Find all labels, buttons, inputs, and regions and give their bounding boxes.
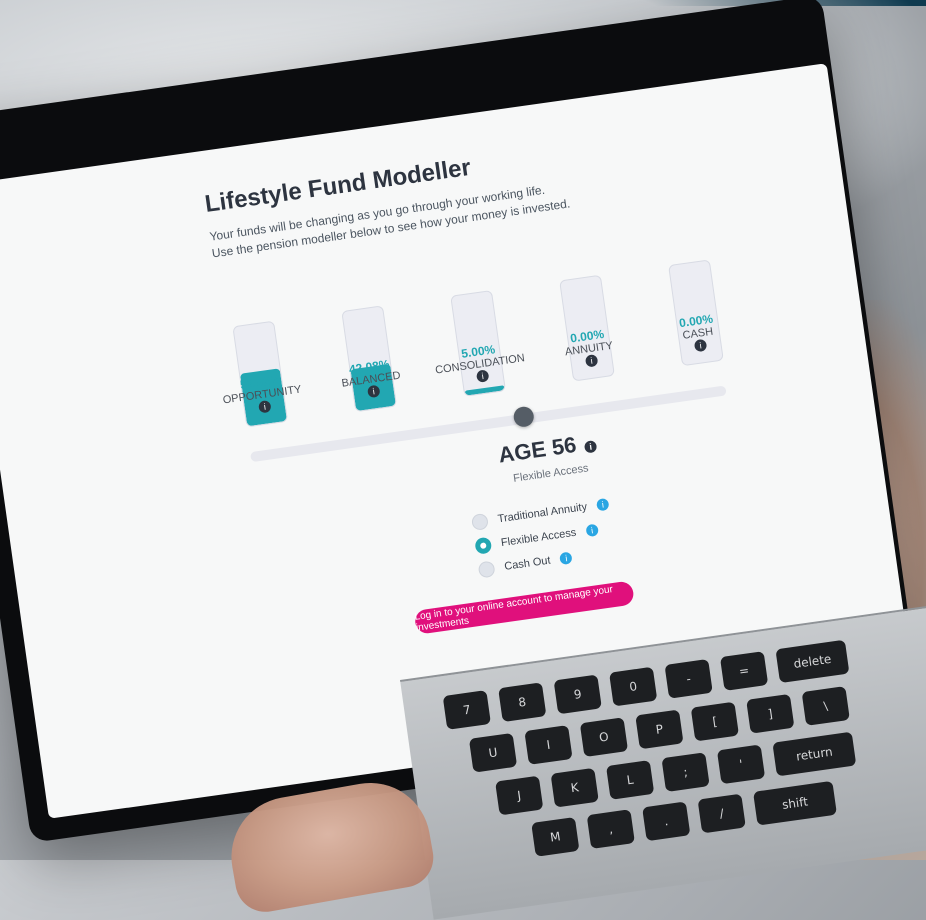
key: ] <box>746 693 795 734</box>
radio-flexible-access[interactable] <box>474 536 493 555</box>
key: 0 <box>609 666 658 707</box>
info-icon[interactable]: i <box>475 369 490 383</box>
radio-cash-out[interactable] <box>477 560 496 579</box>
key: shift <box>753 780 837 826</box>
key: ' <box>716 744 766 785</box>
key: U <box>468 732 518 773</box>
fund-bar-label-consolidation: 5.00% CONSOLIDATION i <box>428 338 532 390</box>
key: \ <box>801 686 850 726</box>
age-block: AGE 56 i Flexible Access <box>447 422 651 493</box>
key: - <box>664 658 713 699</box>
info-icon[interactable]: i <box>596 497 610 512</box>
age-title-text: AGE 56 <box>496 431 578 468</box>
fund-bar-fill-annuity <box>574 374 614 381</box>
key: O <box>579 717 629 758</box>
key: K <box>550 767 599 808</box>
info-icon[interactable]: i <box>366 384 381 399</box>
fund-bar-fill-cash <box>683 359 723 366</box>
retirement-options: Traditional Annuity i Flexible Access i … <box>470 474 719 587</box>
key: 8 <box>498 682 547 723</box>
login-button[interactable]: Log in to your online account to manage … <box>413 580 635 635</box>
key: 9 <box>553 674 602 715</box>
key: . <box>642 801 691 842</box>
key: return <box>772 731 857 777</box>
fund-bar-label-annuity: 0.00% ANNUITY i <box>537 322 641 374</box>
fund-bar-label-opportunity: 52.92% OPPORTUNITY i <box>210 368 314 420</box>
fund-bar-label-balanced: 42.08% BALANCED i <box>319 353 423 405</box>
option-label-cash-out: Cash Out <box>503 554 552 573</box>
option-label-traditional-annuity: Traditional Annuity <box>496 500 588 526</box>
key: / <box>697 793 746 834</box>
key: M <box>531 817 580 857</box>
info-icon[interactable]: i <box>583 439 598 454</box>
info-icon[interactable]: i <box>693 338 708 353</box>
key: J <box>495 775 544 816</box>
key: 7 <box>442 690 491 730</box>
key: delete <box>775 639 850 684</box>
key: = <box>719 651 769 691</box>
key: ; <box>661 752 710 793</box>
fund-bar-label-cash: 0.00% CASH i <box>646 307 750 359</box>
key: , <box>586 809 635 850</box>
radio-traditional-annuity[interactable] <box>470 512 489 531</box>
age-slider-thumb[interactable] <box>512 405 536 429</box>
option-label-flexible-access: Flexible Access <box>500 526 578 550</box>
key: P <box>635 709 684 750</box>
info-icon[interactable]: i <box>258 399 272 414</box>
fund-bar-fill-consolidation <box>464 385 505 396</box>
key: I <box>524 725 573 765</box>
key: L <box>605 760 655 800</box>
info-icon[interactable]: i <box>585 523 599 538</box>
info-icon[interactable]: i <box>584 354 599 368</box>
info-icon[interactable]: i <box>559 551 574 566</box>
key: [ <box>690 701 740 742</box>
